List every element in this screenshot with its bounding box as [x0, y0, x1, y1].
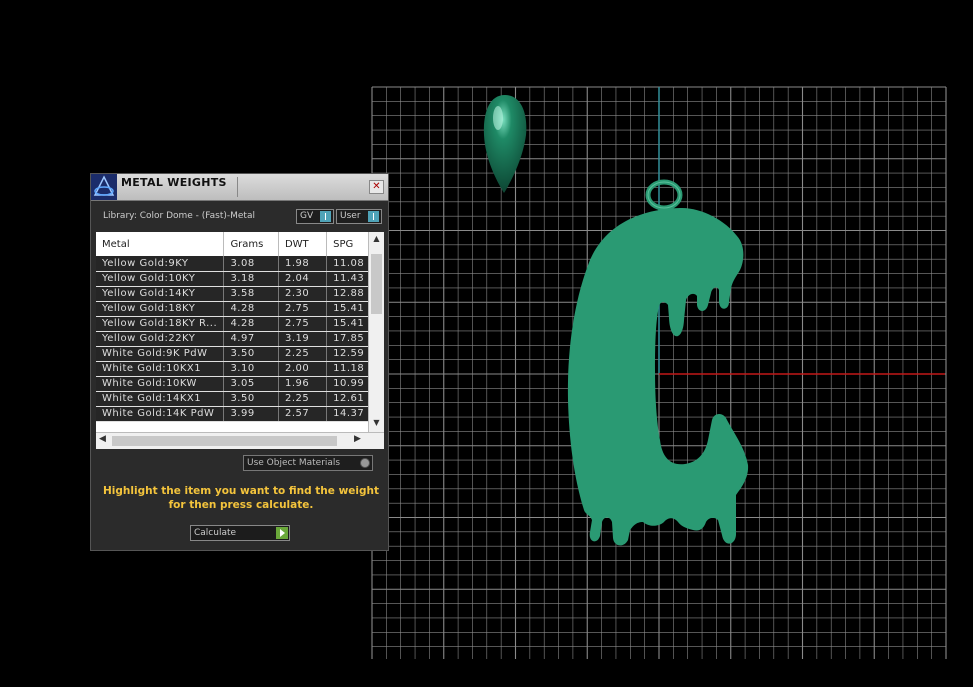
- table-cell: 3.19: [278, 331, 328, 347]
- radio-toggle-icon: [360, 458, 370, 468]
- table-cell: 2.04: [278, 271, 328, 287]
- table-cell: 3.50: [223, 346, 279, 362]
- table-cell: 3.58: [223, 286, 279, 302]
- table-cell: 1.96: [278, 376, 328, 392]
- scroll-left-arrow-icon[interactable]: ◀: [99, 434, 106, 444]
- table-row[interactable]: White Gold:10KW 3.05 1.96 10.99: [96, 376, 384, 392]
- panel-titlebar[interactable]: METAL WEIGHTS ✕: [91, 174, 388, 201]
- table-cell: White Gold:14K PdW: [96, 406, 225, 422]
- table-cell: 3.10: [223, 361, 279, 377]
- toggle-switch-icon: [320, 211, 331, 222]
- letter-c-pendant-model[interactable]: [567, 207, 749, 546]
- close-icon[interactable]: ✕: [369, 180, 384, 194]
- play-arrow-icon: [276, 527, 288, 539]
- drop-gem-model[interactable]: [483, 95, 527, 193]
- instructions-text: Highlight the item you want to find the …: [101, 484, 381, 512]
- table-row[interactable]: White Gold:14K PdW 3.99 2.57 14.37: [96, 406, 384, 422]
- table-cell: Yellow Gold:9KY: [96, 256, 225, 272]
- table-cell: Yellow Gold:22KY: [96, 331, 225, 347]
- table-cell: 2.25: [278, 391, 328, 407]
- metal-weights-panel[interactable]: METAL WEIGHTS ✕ Library: Color Dome - (F…: [90, 173, 389, 551]
- library-label: Library: Color Dome - (Fast)-Metal: [103, 211, 255, 221]
- table-cell: 2.00: [278, 361, 328, 377]
- panel-title: METAL WEIGHTS: [121, 176, 227, 189]
- table-row[interactable]: Yellow Gold:9KY 3.08 1.98 11.08: [96, 256, 384, 272]
- table-cell: White Gold:9K PdW: [96, 346, 225, 362]
- table-row[interactable]: Yellow Gold:18KY 4.28 2.75 15.41: [96, 301, 384, 317]
- vertical-scroll-thumb[interactable]: [371, 254, 382, 314]
- table-cell: 2.25: [278, 346, 328, 362]
- table-cell: Yellow Gold:14KY: [96, 286, 225, 302]
- metal-weights-table[interactable]: Metal Grams DWT SPG Yellow Gold:9KY 3.08 1.98…: [96, 232, 384, 449]
- calculate-button-label: Calculate: [194, 528, 237, 538]
- vertical-scrollbar[interactable]: ▲ ▼: [368, 232, 384, 432]
- table-row[interactable]: Yellow Gold:18KY R... 4.28 2.75 15.41: [96, 316, 384, 332]
- horizontal-scrollbar[interactable]: ◀ ▶: [96, 432, 384, 449]
- table-cell: 4.97: [223, 331, 279, 347]
- table-cell: 3.99: [223, 406, 279, 422]
- table-row[interactable]: White Gold:10KX1 3.10 2.00 11.18: [96, 361, 384, 377]
- table-cell: 3.18: [223, 271, 279, 287]
- use-object-materials-label: Use Object Materials: [247, 458, 341, 468]
- table-cell: 1.98: [278, 256, 328, 272]
- toggle-switch-icon: [368, 211, 379, 222]
- table-row[interactable]: Yellow Gold:22KY 4.97 3.19 17.85: [96, 331, 384, 347]
- column-header[interactable]: Metal: [96, 232, 225, 256]
- calculate-button[interactable]: Calculate: [190, 525, 290, 541]
- use-object-materials-toggle[interactable]: Use Object Materials: [243, 455, 373, 471]
- table-cell: White Gold:14KX1: [96, 391, 225, 407]
- table-cell: Yellow Gold:10KY: [96, 271, 225, 287]
- instructions-line-1: Highlight the item you want to find the …: [103, 485, 379, 497]
- user-toggle[interactable]: User: [336, 209, 382, 224]
- table-cell: 2.57: [278, 406, 328, 422]
- table-cell: 3.08: [223, 256, 279, 272]
- titlebar-divider: [237, 177, 238, 197]
- horizontal-scroll-thumb[interactable]: [112, 436, 337, 446]
- table-header-row: Metal Grams DWT SPG: [96, 232, 384, 256]
- scroll-right-arrow-icon[interactable]: ▶: [354, 434, 361, 444]
- table-cell: 3.05: [223, 376, 279, 392]
- table-cell: 2.30: [278, 286, 328, 302]
- pendant-bail-ring[interactable]: [645, 179, 683, 211]
- column-header[interactable]: DWT: [278, 232, 328, 256]
- user-toggle-label: User: [340, 211, 361, 221]
- rhino-matrix-logo-icon: [91, 174, 117, 200]
- table-cell: 2.75: [278, 316, 328, 332]
- table-cell: 2.75: [278, 301, 328, 317]
- table-cell: White Gold:10KW: [96, 376, 225, 392]
- table-cell: Yellow Gold:18KY: [96, 301, 225, 317]
- table-row[interactable]: Yellow Gold:10KY 3.18 2.04 11.43: [96, 271, 384, 287]
- gv-toggle[interactable]: GV: [296, 209, 334, 224]
- table-cell: White Gold:10KX1: [96, 361, 225, 377]
- scroll-up-arrow-icon[interactable]: ▲: [369, 234, 384, 246]
- table-cell: 4.28: [223, 301, 279, 317]
- table-row[interactable]: White Gold:14KX1 3.50 2.25 12.61: [96, 391, 384, 407]
- table-cell: 4.28: [223, 316, 279, 332]
- table-cell: 3.50: [223, 391, 279, 407]
- column-header[interactable]: Grams: [223, 232, 279, 256]
- table-row[interactable]: White Gold:9K PdW 3.50 2.25 12.59: [96, 346, 384, 362]
- instructions-line-2: for then press calculate.: [168, 499, 314, 511]
- scroll-down-arrow-icon[interactable]: ▼: [369, 418, 384, 430]
- table-cell: Yellow Gold:18KY R...: [96, 316, 225, 332]
- gv-toggle-label: GV: [300, 211, 314, 221]
- table-row[interactable]: Yellow Gold:14KY 3.58 2.30 12.88: [96, 286, 384, 302]
